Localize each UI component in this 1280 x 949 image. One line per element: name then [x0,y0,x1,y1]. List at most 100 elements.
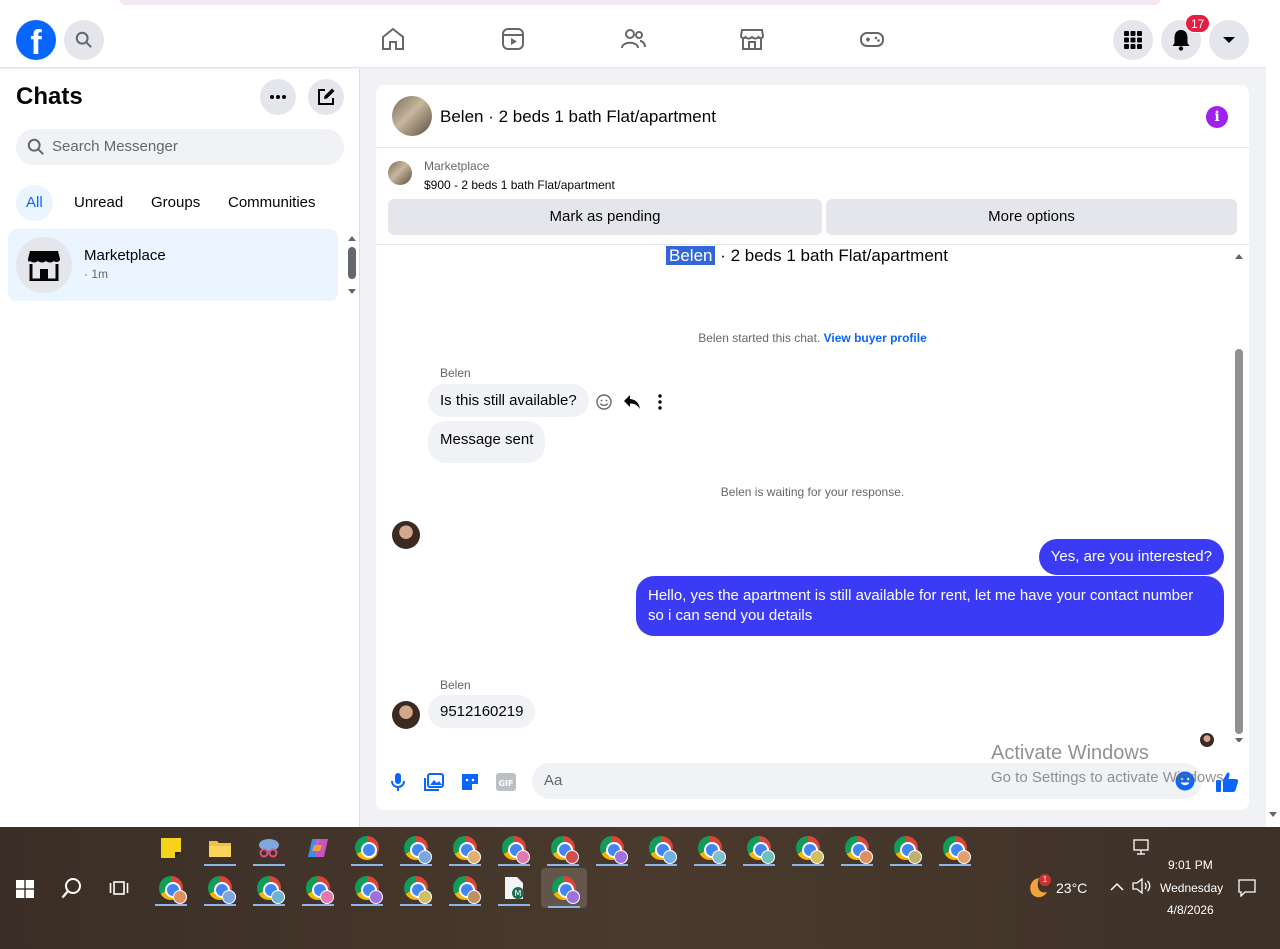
attach-photo-button[interactable] [423,771,445,793]
chrome-profile-app[interactable] [445,870,485,906]
more-options-button[interactable]: More options [826,199,1237,235]
filter-communities[interactable]: Communities [218,185,326,221]
reply-button[interactable] [622,392,642,412]
network-icon[interactable] [1133,839,1151,855]
thread-title-rest: · 2 beds 1 bath Flat/apartment [715,246,948,265]
chrome-profile-app[interactable] [494,830,534,866]
chat-options-button[interactable] [260,79,296,115]
incoming-message[interactable]: Is this still available? [428,384,589,417]
running-indicator [498,864,530,866]
chrome-profile-app[interactable] [886,830,926,866]
view-buyer-profile-link[interactable]: View buyer profile [824,331,927,345]
chrome-profile-app[interactable] [249,870,289,906]
account-button[interactable] [1209,20,1249,60]
chrome-profile-app[interactable] [739,830,779,866]
nav-friends[interactable] [619,25,647,53]
filter-unread[interactable]: Unread [64,185,133,221]
filter-groups[interactable]: Groups [141,185,210,221]
incoming-message[interactable]: 9512160219 [428,695,536,728]
chrome-profile-app[interactable] [298,870,338,906]
chrome-profile-app[interactable] [396,870,436,906]
file-explorer-app[interactable] [200,830,240,866]
taskbar-search-button[interactable] [60,876,84,900]
facebook-logo-icon[interactable]: f [16,20,56,60]
thread-scrollbar[interactable] [1233,250,1245,742]
mark-as-pending-button[interactable]: Mark as pending [388,199,822,235]
outgoing-message[interactable]: Yes, are you interested? [1038,539,1224,575]
chrome-profile-app[interactable] [396,830,436,866]
nav-video[interactable] [499,25,527,53]
filter-all[interactable]: All [16,185,53,221]
sidebar-scrollbar[interactable] [347,233,357,297]
search-button[interactable] [64,20,104,60]
weather-widget[interactable]: 1 [1025,874,1051,900]
listing-price-title[interactable]: $900 - 2 beds 1 bath Flat/apartment [424,178,615,192]
belen-avatar[interactable] [392,701,420,729]
incoming-message[interactable]: Message sent [428,421,546,463]
chrome-active-app[interactable] [541,868,587,908]
notification-center-button[interactable] [1238,879,1256,897]
profile-badge [614,850,628,864]
chrome-app[interactable] [347,830,387,866]
outgoing-message[interactable]: Hello, yes the apartment is still availa… [636,576,1224,636]
weather-badge: 1 [1039,874,1051,886]
chrome-profile-app[interactable] [543,830,583,866]
chrome-profile-app[interactable] [690,830,730,866]
listing-thumbnail[interactable] [392,96,432,136]
conversation-title[interactable]: Belen · 2 beds 1 bath Flat/apartment [440,107,716,127]
marketplace-icon [739,29,765,50]
snipping-tool-app[interactable] [249,830,289,866]
clock-day[interactable]: Wednesday [1160,881,1223,895]
chat-started-text: Belen started this chat. [698,331,821,345]
chrome-profile-app[interactable] [445,830,485,866]
gif-button[interactable]: GIF [495,771,517,793]
marketplace-listing-bar: Marketplace $900 - 2 beds 1 bath Flat/ap… [376,149,1249,245]
running-indicator [449,864,481,866]
chrome-profile-app[interactable] [935,830,975,866]
chrome-profile-app[interactable] [837,830,877,866]
start-button[interactable] [14,878,36,900]
react-button[interactable] [594,392,614,412]
search-messenger-input[interactable]: Search Messenger [16,129,344,165]
clock-time[interactable]: 9:01 PM [1168,858,1213,872]
chat-list-item-marketplace[interactable]: Marketplace · 1m [8,229,338,301]
page-scrollbar[interactable] [1266,8,1280,827]
task-view-button[interactable] [108,878,130,898]
running-indicator [547,864,579,866]
sticky-notes-app[interactable] [151,830,191,866]
nav-gaming[interactable] [858,25,886,53]
watermark-line-1: Activate Windows [991,742,1149,764]
document-app[interactable]: M [494,870,534,906]
voice-clip-button[interactable] [387,771,409,793]
menu-button[interactable] [1113,20,1153,60]
chrome-profile-app[interactable] [592,830,632,866]
chrome-profile-app[interactable] [788,830,828,866]
profile-badge [173,890,187,904]
profile-badge [222,890,236,904]
message-more-button[interactable] [650,392,670,412]
profile-badge [418,890,432,904]
show-hidden-icons-button[interactable] [1110,881,1124,891]
info-icon[interactable]: i [1206,106,1228,128]
chrome-profile-app[interactable] [151,870,191,906]
chrome-profile-app[interactable] [641,830,681,866]
chrome-profile-app[interactable] [200,870,240,906]
nav-home[interactable] [379,25,407,53]
chrome-profile-app[interactable] [347,870,387,906]
volume-button[interactable] [1132,878,1152,894]
chrome-profile-icon [649,836,677,864]
weather-temperature[interactable]: 23°C [1056,880,1087,896]
profile-badge [418,850,432,864]
new-message-button[interactable] [308,79,344,115]
running-indicator [548,906,580,908]
clock-date[interactable]: 4/8/2026 [1167,903,1214,917]
copilot-app[interactable] [298,830,338,866]
sticker-icon [462,774,478,790]
nav-marketplace[interactable] [738,25,766,53]
running-indicator [498,904,530,906]
running-indicator [890,864,922,866]
sticker-button[interactable] [459,771,481,793]
photo-icon [424,773,444,791]
chrome-profile-icon [502,836,530,864]
belen-avatar[interactable] [392,521,420,549]
